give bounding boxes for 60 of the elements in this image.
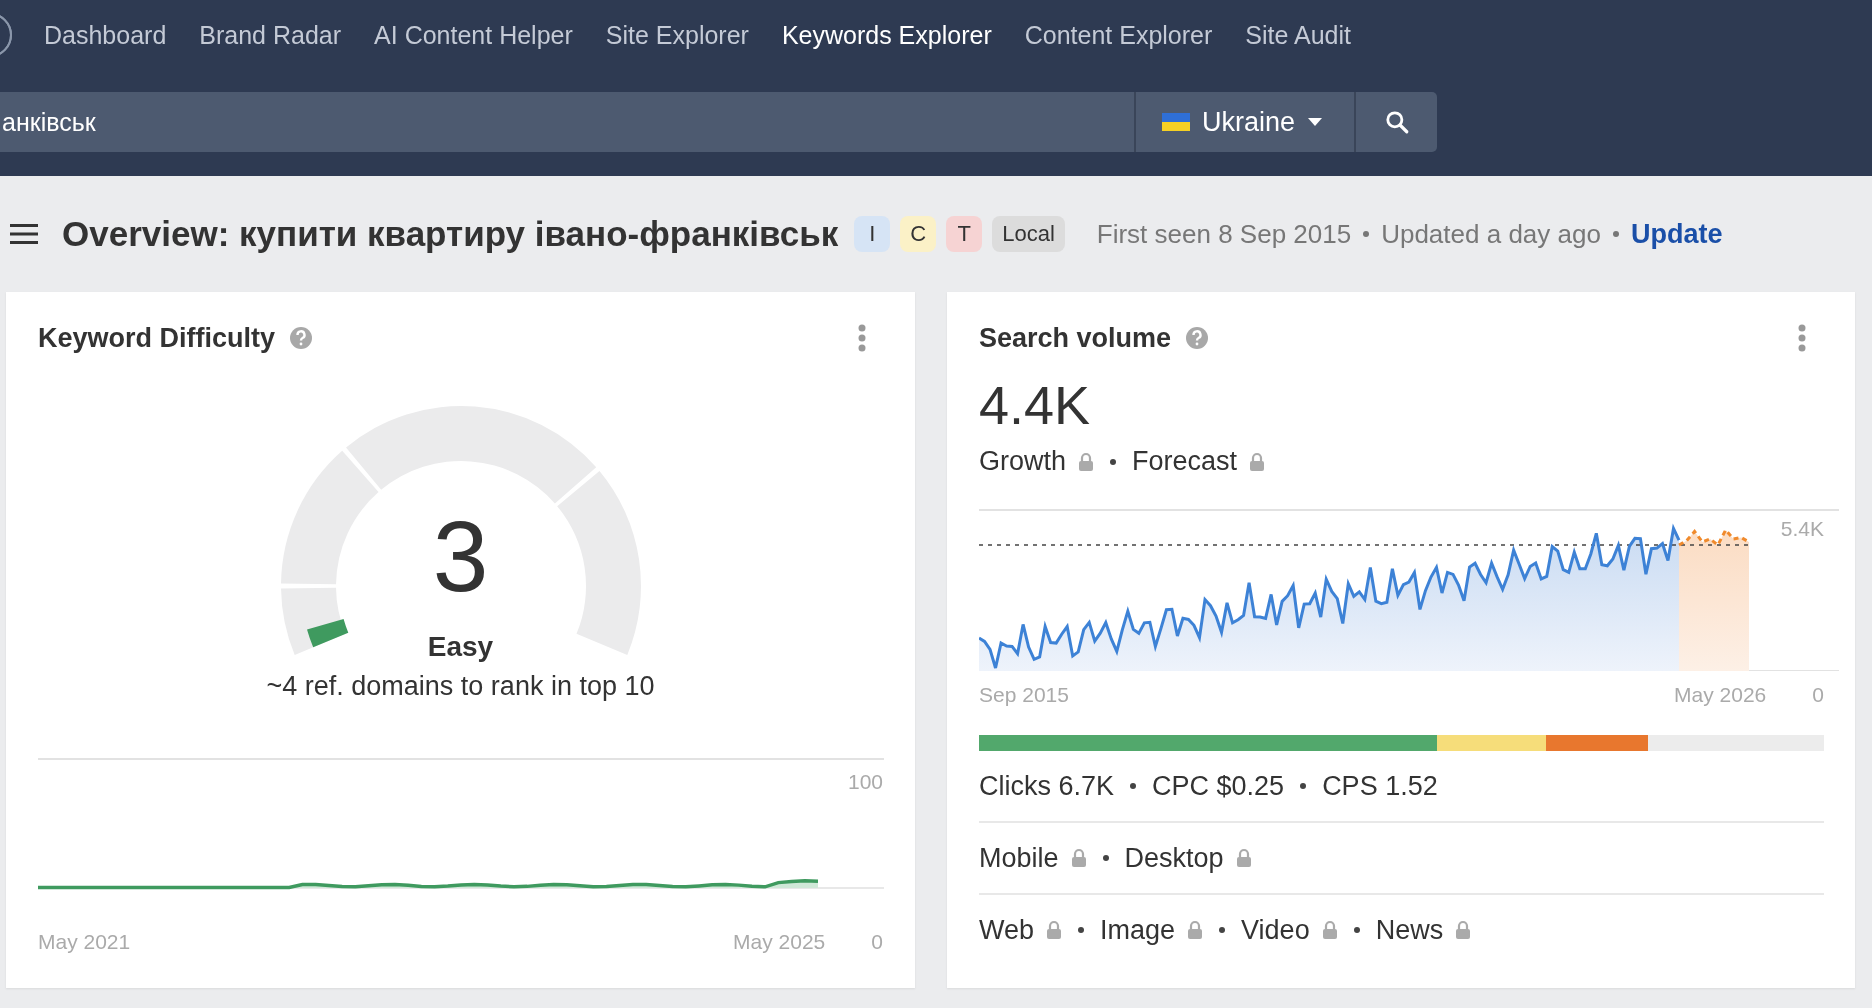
nav-link[interactable]: Site Explorer (605, 20, 749, 50)
axis-label: 0 (871, 930, 883, 954)
more-options-icon[interactable] (1797, 324, 1807, 352)
option-label: Forecast (1132, 446, 1238, 477)
menu-icon[interactable] (10, 223, 38, 245)
metric-text: CPS 1.52 (1322, 770, 1438, 802)
device-label: Mobile (979, 842, 1059, 874)
axis-label: 0 (1812, 683, 1824, 707)
first-seen-text: First seen 8 Sep 2015 (1096, 218, 1352, 250)
separator-dot (1363, 231, 1370, 237)
intent-tag: I (854, 216, 891, 252)
help-icon[interactable] (1185, 326, 1210, 350)
axis-label: 100 (847, 770, 883, 794)
separator-dot (1612, 231, 1619, 237)
more-options-icon[interactable] (857, 324, 867, 352)
help-icon[interactable] (289, 326, 314, 350)
caret-icon (1307, 117, 1324, 127)
axis-label: May 2025 (733, 930, 826, 954)
difficulty-score: 3 (432, 506, 489, 606)
card-title: Search volume (979, 322, 1172, 354)
search-volume-value: 4.4K (979, 374, 1092, 436)
search-field[interactable]: анківськ (0, 92, 1134, 152)
search-icon (1383, 109, 1410, 135)
difficulty-note: ~4 ref. domains to rank in top 10 (265, 671, 656, 702)
separator-dot (1078, 927, 1085, 933)
nav-link[interactable]: Brand Radar (199, 20, 342, 50)
updated-text: Updated a day ago (1381, 218, 1601, 250)
separator-dot (1102, 855, 1109, 861)
intent-tag: T (946, 216, 983, 252)
difficulty-rating: Easy (426, 631, 495, 663)
search-button[interactable] (1356, 92, 1437, 152)
nav-link[interactable]: Content Explorer (1024, 20, 1213, 50)
nav-link[interactable]: Keywords Explorer (781, 20, 992, 50)
device-label: Desktop (1124, 842, 1224, 874)
separator-dot (1130, 783, 1137, 789)
update-link[interactable]: Update (1630, 218, 1723, 250)
separator-dot (1353, 927, 1360, 933)
card-title: Keyword Difficulty (38, 322, 276, 354)
nav-link[interactable]: Dashboard (44, 20, 167, 50)
separator-dot (1110, 458, 1117, 465)
search-type-label: Web (979, 914, 1035, 946)
page-title: Overview: купити квартиру івано-франківськ (62, 214, 839, 254)
country-dropdown[interactable]: Ukraine (1134, 92, 1356, 152)
option-label: Growth (979, 446, 1067, 477)
nav-link[interactable]: AI Content Helper (374, 20, 573, 50)
search-type-label: News (1375, 914, 1444, 946)
flag-icon (1162, 113, 1190, 131)
nav-link[interactable]: Site Audit (1245, 20, 1351, 50)
axis-label: Sep 2015 (979, 683, 1069, 707)
search-type-label: Video (1241, 914, 1310, 946)
intent-tag: Local (992, 216, 1065, 252)
metric-text: CPC $0.25 (1152, 770, 1285, 802)
axis-label: 5.4K (1780, 517, 1824, 541)
search-type-label: Image (1100, 914, 1176, 946)
metric-text: Clicks 6.7K (979, 770, 1115, 802)
separator-dot (1219, 927, 1226, 933)
axis-label: May 2021 (38, 930, 131, 954)
separator-dot (1300, 783, 1307, 789)
axis-label: May 2026 (1674, 683, 1767, 707)
intent-tag: C (900, 216, 937, 252)
